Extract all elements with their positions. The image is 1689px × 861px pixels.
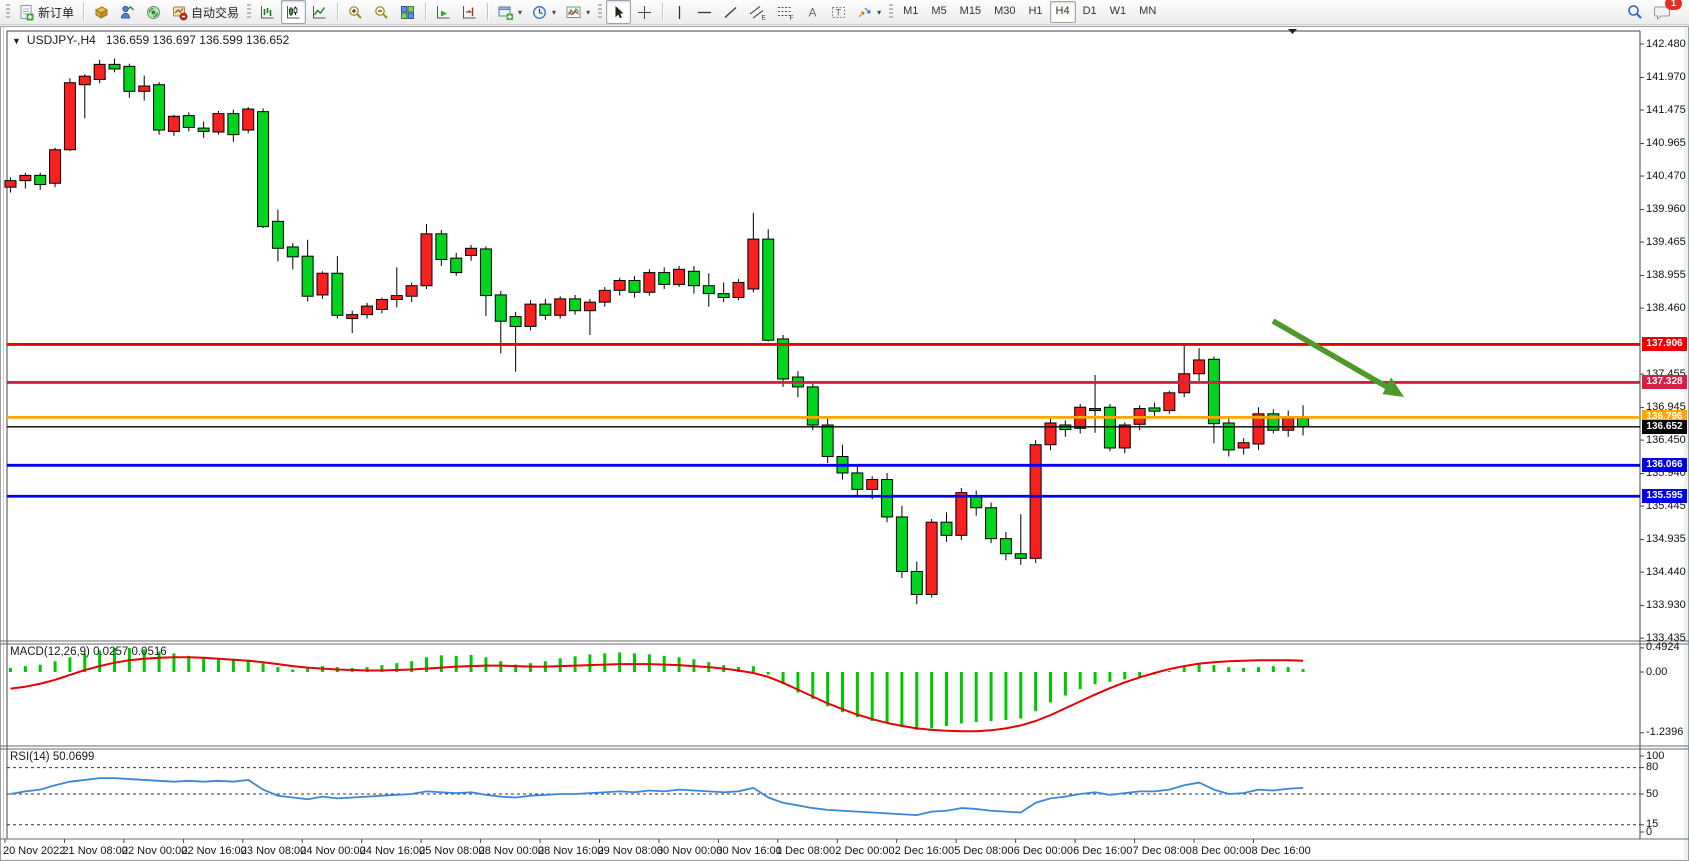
dropdown-caret-icon: ▾	[518, 8, 522, 17]
toolbar-separator	[662, 3, 663, 21]
svg-text:T: T	[836, 7, 842, 17]
toolbar-drag-handle[interactable]	[889, 4, 893, 20]
rsi-indicator-label: RSI(14) 50.0699	[10, 751, 94, 763]
autotrading-button[interactable]: 自动交易	[167, 0, 243, 24]
trendline-tool-button[interactable]	[718, 0, 743, 24]
timeframe-button-h1[interactable]: H1	[1022, 1, 1048, 23]
horizontal-line-tool-button[interactable]	[692, 0, 717, 24]
chat-button[interactable]: 1	[1649, 0, 1676, 24]
chart-symbol-period: USDJPY-,H4	[27, 33, 96, 47]
new-order-icon	[18, 4, 35, 21]
horizontal-line-icon	[696, 4, 713, 21]
signals-icon	[145, 4, 162, 21]
timeframe-button-h4[interactable]: H4	[1050, 1, 1076, 23]
fibonacci-icon: F	[776, 4, 795, 21]
autotrading-icon	[171, 4, 188, 21]
toolbar-drag-handle[interactable]	[6, 4, 10, 20]
new-order-button[interactable]: 新订单	[14, 0, 78, 24]
search-icon	[1626, 3, 1644, 21]
arrows-tool-button[interactable]: ▾	[852, 0, 885, 24]
mt4-terminal-window: 新订单 自动交易	[0, 0, 1689, 861]
zoom-in-button[interactable]	[343, 0, 368, 24]
channel-tool-button[interactable]: E	[744, 0, 771, 24]
macd-indicator-label: MACD(12,26,9) 0.0257 0.0516	[10, 646, 167, 658]
crosshair-button[interactable]	[632, 0, 657, 24]
timeframe-button-w1[interactable]: W1	[1104, 1, 1133, 23]
text-icon: A	[804, 4, 821, 21]
notification-badge: 1	[1665, 0, 1682, 10]
channel-icon: E	[748, 4, 767, 21]
timeframe-button-d1[interactable]: D1	[1077, 1, 1103, 23]
strategy-tester-icon	[119, 4, 136, 21]
line-chart-button[interactable]	[307, 0, 332, 24]
price-chart-canvas[interactable]	[0, 0, 1689, 861]
zoom-out-button[interactable]	[369, 0, 394, 24]
bar-chart-button[interactable]	[255, 0, 280, 24]
tile-windows-button[interactable]	[395, 0, 420, 24]
dropdown-caret-icon: ▾	[877, 8, 881, 17]
timeframe-button-mn[interactable]: MN	[1133, 1, 1162, 23]
timeframe-button-m30[interactable]: M30	[988, 1, 1021, 23]
text-tool-button[interactable]: A	[800, 0, 825, 24]
indicators-icon	[565, 4, 582, 21]
auto-scroll-icon	[435, 4, 452, 21]
dropdown-caret-icon: ▾	[552, 8, 556, 17]
timeframe-group: M1M5M15M30H1H4D1W1MN	[897, 1, 1162, 23]
toolbar-drag-handle[interactable]	[598, 4, 602, 20]
toolbar-separator	[337, 3, 338, 21]
indicators-button[interactable]: ▾	[561, 0, 594, 24]
text-label-tool-button[interactable]: T	[826, 0, 851, 24]
svg-text:E: E	[762, 14, 767, 21]
cursor-icon	[610, 4, 627, 21]
strategy-tester-button[interactable]	[115, 0, 140, 24]
autotrading-label: 自动交易	[191, 4, 239, 21]
dropdown-caret-icon: ▾	[586, 8, 590, 17]
fibonacci-tool-button[interactable]: F	[772, 0, 799, 24]
collapse-chart-icon[interactable]: ▼	[12, 36, 21, 46]
zoom-in-icon	[347, 4, 364, 21]
new-chart-button[interactable]: ▾	[493, 0, 526, 24]
text-label-icon: T	[830, 4, 847, 21]
timeframe-button-m15[interactable]: M15	[954, 1, 987, 23]
chart-shift-icon	[461, 4, 478, 21]
vertical-line-tool-button[interactable]	[668, 0, 691, 24]
svg-text:F: F	[790, 15, 794, 21]
vertical-line-icon	[672, 4, 687, 21]
market-watch-button[interactable]	[89, 0, 114, 24]
zoom-out-icon	[373, 4, 390, 21]
line-chart-icon	[311, 4, 328, 21]
svg-text:A: A	[809, 5, 817, 19]
signals-button[interactable]	[141, 0, 166, 24]
search-button[interactable]	[1622, 0, 1648, 24]
cursor-button[interactable]	[606, 0, 631, 24]
toolbar-separator	[487, 3, 488, 21]
candlestick-chart-icon	[285, 4, 302, 21]
chart-title: ▼ USDJPY-,H4 136.659 136.697 136.599 136.6…	[12, 33, 289, 47]
arrows-icon	[856, 4, 873, 21]
crosshair-icon	[636, 4, 653, 21]
toolbar-separator	[425, 3, 426, 21]
trendline-icon	[722, 4, 739, 21]
chart-shift-button[interactable]	[457, 0, 482, 24]
chart-ohlc-values: 136.659 136.697 136.599 136.652	[106, 33, 290, 47]
market-watch-icon	[93, 4, 110, 21]
new-chart-icon	[497, 4, 514, 21]
new-order-label: 新订单	[38, 4, 74, 21]
toolbar-separator	[83, 3, 84, 21]
bar-chart-icon	[259, 4, 276, 21]
auto-scroll-button[interactable]	[431, 0, 456, 24]
main-toolbar: 新订单 自动交易	[0, 0, 1689, 25]
periods-clock-icon	[531, 4, 548, 21]
chart-periods-button[interactable]: ▾	[527, 0, 560, 24]
candlestick-chart-button[interactable]	[281, 0, 306, 24]
timeframe-button-m5[interactable]: M5	[925, 1, 952, 23]
tile-windows-icon	[399, 4, 416, 21]
timeframe-button-m1[interactable]: M1	[897, 1, 924, 23]
toolbar-drag-handle[interactable]	[247, 4, 251, 20]
